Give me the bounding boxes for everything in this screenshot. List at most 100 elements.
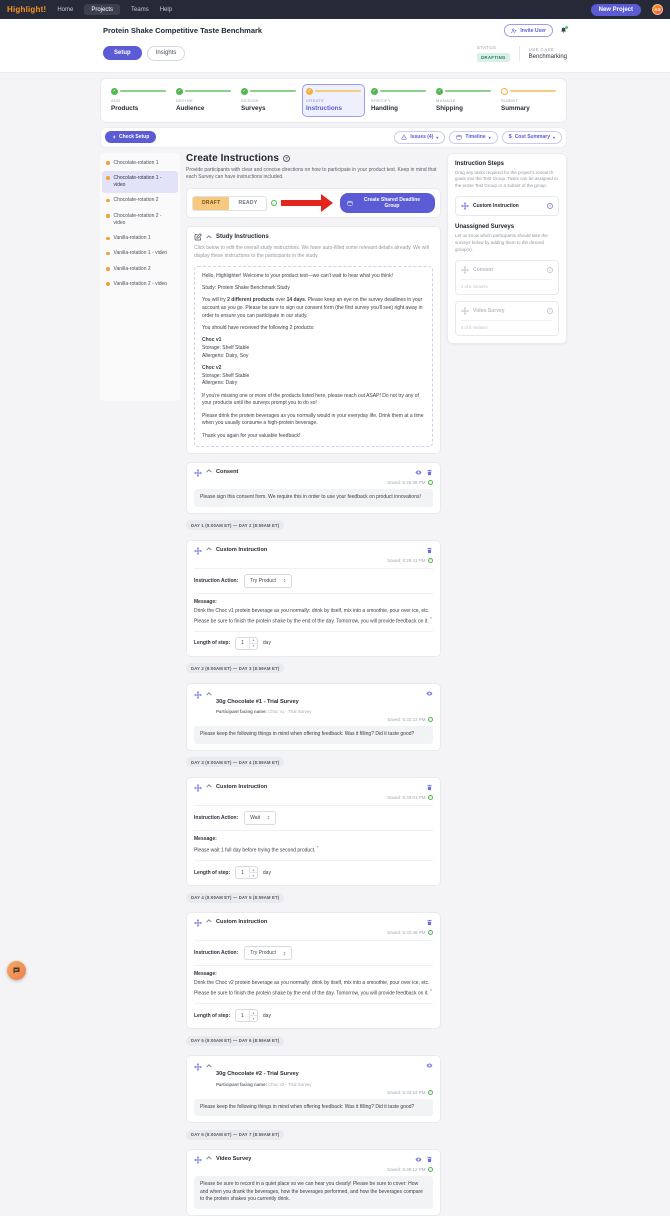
ready-toggle-button[interactable]: READY <box>229 196 266 210</box>
sidebar-item-vanilla-rotation-1-video[interactable]: Vanilla-rotation 1 - video <box>102 246 178 261</box>
unassigned-video-survey-card[interactable]: Video Survey i 4 of 8 Variants <box>455 301 559 337</box>
notification-bell-icon[interactable] <box>560 26 568 34</box>
message-text[interactable]: Drink the Choc v2 protein beverage as yo… <box>194 980 433 998</box>
sidebar-item-chocolate-rotation-2-video[interactable]: Chocolate-rotation 2 - video <box>102 209 178 232</box>
issues-dropdown[interactable]: Issues (4) ▾ <box>394 130 446 144</box>
move-icon[interactable] <box>194 469 202 478</box>
length-stepper[interactable]: 1 ▲ ▼ <box>235 636 258 650</box>
stepper-step-products[interactable]: ✓ ADD Products <box>107 84 170 117</box>
stepper-step-summary[interactable]: SUBMIT Summary <box>497 84 560 117</box>
trash-icon[interactable] <box>426 919 433 926</box>
study-instructions-title: Study Instructions <box>216 234 269 240</box>
move-icon[interactable] <box>194 1063 202 1072</box>
top-navbar: Highlight! Home Projects Teams Help New … <box>0 0 670 19</box>
sidebar-item-chocolate-rotation-1[interactable]: Chocolate-rotation 1 <box>102 156 178 171</box>
chevron-up-icon[interactable] <box>206 469 212 473</box>
chevron-up-icon[interactable] <box>206 235 212 239</box>
help-icon[interactable]: ? <box>283 154 291 162</box>
nav-teams[interactable]: Teams <box>131 7 149 13</box>
sidebar-item-vanilla-rotation-2[interactable]: Vanilla-rotation 2 <box>102 262 178 277</box>
cost-summary-dropdown[interactable]: $ Cost Summary ▾ <box>501 130 562 144</box>
eye-icon[interactable] <box>415 1156 422 1163</box>
timeline-dropdown[interactable]: Timeline ▾ <box>449 130 498 144</box>
sidebar-item-vanilla-rotation-1[interactable]: Vanilla-rotation 1 <box>102 231 178 246</box>
trash-icon[interactable] <box>426 784 433 791</box>
study-instructions-editor[interactable]: Hello, Highlighter! Welcome to your prod… <box>194 265 433 448</box>
setup-stepper: ✓ ADD Products ✓ DEFINE Audience ✓ DESIG… <box>100 77 567 123</box>
study-paragraph: You will try 2 different products over 1… <box>202 297 423 319</box>
instruction-action-select[interactable]: Try Product <box>244 946 292 961</box>
custom-instruction-drag-card[interactable]: Custom Instruction i <box>455 196 559 217</box>
move-icon[interactable] <box>194 783 202 792</box>
nav-projects[interactable]: Projects <box>84 4 121 15</box>
move-icon[interactable] <box>194 919 202 928</box>
trash-icon[interactable] <box>426 1156 433 1163</box>
info-icon[interactable]: i <box>547 203 553 210</box>
chevron-down-icon: ▾ <box>552 134 555 140</box>
avatar[interactable]: AS <box>652 4 663 15</box>
sidebar-item-chocolate-rotation-1-video[interactable]: Chocolate-rotation 1 - video <box>102 170 178 194</box>
stepper-step-audience[interactable]: ✓ DEFINE Audience <box>172 84 235 117</box>
chevron-up-icon[interactable] <box>206 919 212 923</box>
message-box[interactable]: Please be sure to record in a quiet plac… <box>194 1176 433 1209</box>
trial-survey-card: 30g Chocolate #2 - Trial Survey Particip… <box>186 1055 441 1124</box>
instruction-action-label: Instruction Action: <box>194 577 239 584</box>
bullet-dot-icon <box>106 282 110 286</box>
stepper-down-icon[interactable]: ▼ <box>249 872 257 878</box>
message-label: Message: <box>194 835 217 842</box>
chevron-up-icon[interactable] <box>206 1156 212 1161</box>
main-column: Create Instructions ? Provide participan… <box>186 153 441 1216</box>
chevron-up-icon[interactable] <box>206 784 212 788</box>
trash-icon[interactable] <box>426 547 433 554</box>
check-setup-button[interactable]: Check Setup <box>105 131 157 143</box>
sidebar-item-vanilla-rotation-2-video[interactable]: Vanilla-rotation 2 - video <box>102 277 178 292</box>
stepper-down-icon[interactable]: ▼ <box>249 1015 257 1021</box>
new-project-button[interactable]: New Project <box>590 3 641 16</box>
tab-setup[interactable]: Setup <box>103 46 142 61</box>
stepper-step-handling[interactable]: ✓ SPECIFY Handling <box>367 84 430 117</box>
invite-user-button[interactable]: Invite User <box>504 24 553 37</box>
eye-icon[interactable] <box>415 469 422 476</box>
chat-widget-button[interactable] <box>7 961 26 980</box>
info-icon[interactable]: i <box>547 308 553 315</box>
stepper-step-shipping[interactable]: ✓ MANAGE Shipping <box>432 84 495 117</box>
chevron-up-icon[interactable] <box>206 1064 212 1069</box>
stepper-down-icon[interactable]: ▼ <box>249 642 257 649</box>
nav-home[interactable]: Home <box>57 7 73 13</box>
stepper-step-instructions[interactable]: ✓ CREATE Instructions <box>302 83 365 117</box>
instruction-action-select[interactable]: Wait <box>244 810 277 825</box>
saved-check-icon: ✓ <box>428 480 433 486</box>
eye-icon[interactable] <box>426 690 433 697</box>
chevron-up-icon[interactable] <box>206 692 212 696</box>
move-icon[interactable] <box>194 690 202 699</box>
create-shared-deadline-group-button[interactable]: Create Shared Deadline Group <box>339 193 435 213</box>
edit-pencil-icon[interactable] <box>194 233 202 241</box>
card-title: Custom Instruction <box>216 919 268 926</box>
message-box[interactable]: Please keep the following things in mind… <box>194 726 433 744</box>
stepper-step-surveys[interactable]: ✓ DESIGN Surveys <box>237 84 300 117</box>
chevron-up-icon[interactable] <box>206 546 212 551</box>
tab-insights[interactable]: Insights <box>146 45 186 61</box>
move-icon[interactable] <box>194 1156 202 1165</box>
message-text[interactable]: Drink the Choc v1 protein beverage as yo… <box>194 608 433 626</box>
move-icon[interactable] <box>194 546 202 555</box>
day-range-badge: DAY 5 (9:00AM ET) — DAY 6 (8:59AM ET) <box>186 1035 285 1046</box>
warning-triangle-icon <box>401 134 408 140</box>
length-stepper[interactable]: 1 ▲ ▼ <box>235 1009 258 1023</box>
saved-check-icon: ✓ <box>428 1089 433 1095</box>
info-icon[interactable]: i <box>547 267 553 274</box>
instruction-action-select[interactable]: Try Product <box>244 573 292 588</box>
sidebar-item-chocolate-rotation-2[interactable]: Chocolate-rotation 2 <box>102 193 178 208</box>
draft-toggle-button[interactable]: DRAFT <box>193 196 230 210</box>
saved-check-icon: ✓ <box>428 930 433 936</box>
saved-timestamp: Saved: 5:33:01 PM <box>387 794 426 800</box>
message-box[interactable]: Please sign this consent form. We requir… <box>194 489 433 507</box>
nav-help[interactable]: Help <box>160 7 172 13</box>
trash-icon[interactable] <box>426 469 433 476</box>
length-stepper[interactable]: 1 ▲ ▼ <box>235 866 258 880</box>
message-box[interactable]: Please keep the following things in mind… <box>194 1098 433 1117</box>
participant-facing-name: Participant facing name: Choc v2 - Trial… <box>216 1081 312 1087</box>
unassigned-consent-card[interactable]: Consent i 4 of 8 Variants <box>455 260 559 296</box>
message-text[interactable]: Please wait 1 full day before trying the… <box>194 845 433 855</box>
eye-icon[interactable] <box>426 1062 433 1069</box>
